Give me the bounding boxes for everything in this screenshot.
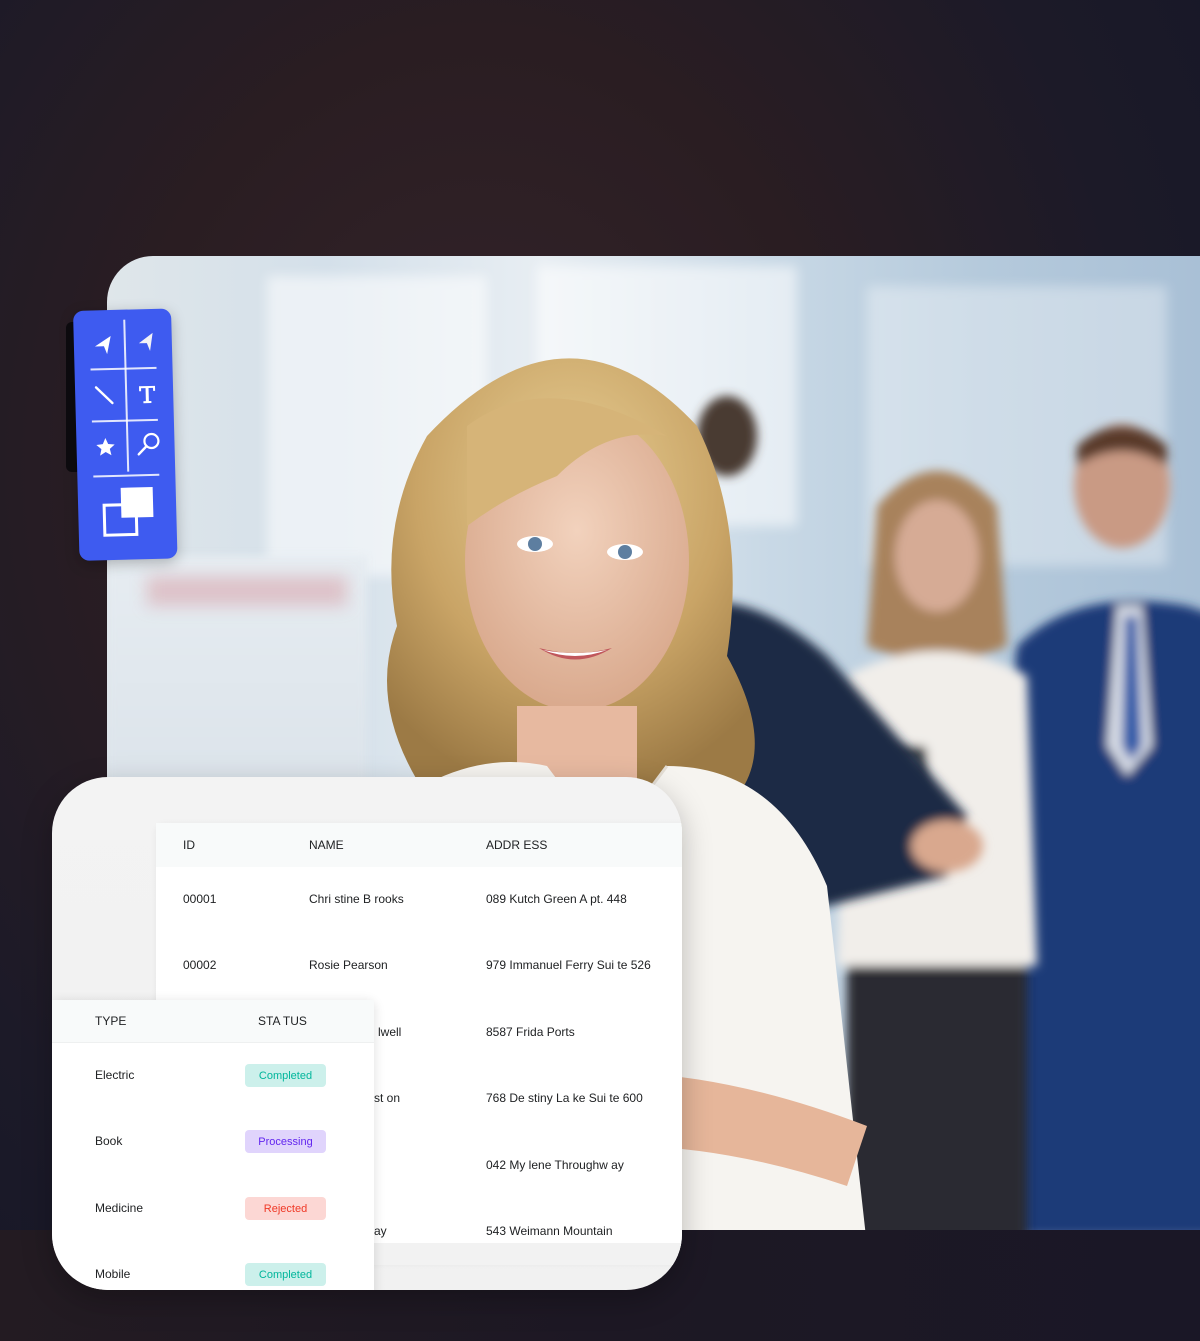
direct-select-arrow-tool[interactable] bbox=[128, 325, 163, 360]
toolbar-divider bbox=[91, 418, 158, 423]
status-row[interactable]: Mobile Completed bbox=[52, 1263, 374, 1287]
line-icon bbox=[94, 386, 114, 405]
cell-type: Medicine bbox=[95, 1201, 144, 1215]
status-badge: Completed bbox=[245, 1064, 326, 1087]
cell-address: 543 Weimann Mountain bbox=[486, 1224, 613, 1238]
magnifier-icon bbox=[137, 432, 160, 456]
select-arrow-tool[interactable] bbox=[85, 328, 120, 363]
status-table: TYPE STA TUS Electric Completed Book Pro… bbox=[52, 1000, 374, 1290]
cell-address: 768 De stiny La ke Sui te 600 bbox=[486, 1091, 643, 1105]
fill-stroke-icon bbox=[102, 486, 154, 537]
status-table-header: TYPE STA TUS bbox=[52, 1000, 374, 1043]
cell-address: 8587 Frida Ports bbox=[486, 1025, 575, 1039]
data-table-card: ID NAME ADDR ESS 00001 Chri stine B rook… bbox=[52, 777, 682, 1290]
cell-name: ay bbox=[374, 1224, 387, 1238]
star-icon bbox=[96, 438, 115, 456]
status-row[interactable]: Medicine Rejected bbox=[52, 1197, 374, 1221]
cell-address: 042 My lene Throughw ay bbox=[486, 1158, 624, 1172]
column-header-address[interactable]: ADDR ESS bbox=[486, 838, 547, 852]
text-tool[interactable] bbox=[130, 377, 165, 412]
cell-name: lwell bbox=[378, 1025, 402, 1039]
column-header-status[interactable]: STA TUS bbox=[258, 1014, 307, 1028]
column-header-name[interactable]: NAME bbox=[309, 838, 344, 852]
cell-name: st on bbox=[374, 1091, 401, 1105]
cell-name: Rosie Pearson bbox=[309, 958, 388, 972]
cell-type: Book bbox=[95, 1134, 123, 1148]
status-badge: Processing bbox=[245, 1130, 326, 1153]
cell-address: 979 Immanuel Ferry Sui te 526 bbox=[486, 958, 651, 972]
column-header-id[interactable]: ID bbox=[183, 838, 195, 852]
fill-stroke-tool[interactable] bbox=[100, 483, 157, 540]
direct-select-arrow-icon bbox=[138, 332, 153, 351]
status-badge: Rejected bbox=[245, 1197, 326, 1220]
cell-type: Mobile bbox=[95, 1267, 131, 1281]
column-header-type[interactable]: TYPE bbox=[95, 1014, 126, 1028]
table-header: ID NAME ADDR ESS bbox=[156, 823, 682, 867]
star-tool[interactable] bbox=[88, 430, 123, 465]
drawing-toolbar bbox=[73, 308, 178, 561]
cell-name: Chri stine B rooks bbox=[309, 892, 404, 906]
toolbar-divider bbox=[90, 366, 157, 371]
status-badge: Completed bbox=[245, 1263, 326, 1286]
select-arrow-icon bbox=[94, 336, 111, 355]
text-icon bbox=[138, 385, 156, 404]
cell-type: Electric bbox=[95, 1068, 135, 1082]
toolbar-divider bbox=[93, 473, 160, 478]
status-row[interactable]: Electric Completed bbox=[52, 1064, 374, 1088]
cell-address: 089 Kutch Green A pt. 448 bbox=[486, 892, 627, 906]
cell-id: 00001 bbox=[183, 892, 217, 906]
line-tool[interactable] bbox=[87, 378, 122, 413]
zoom-tool[interactable] bbox=[131, 427, 166, 462]
table-row[interactable]: 00002 Rosie Pearson 979 Immanuel Ferry S… bbox=[156, 958, 682, 978]
status-row[interactable]: Book Processing bbox=[52, 1130, 374, 1154]
cell-id: 00002 bbox=[183, 958, 217, 972]
table-row[interactable]: 00001 Chri stine B rooks 089 Kutch Green… bbox=[156, 892, 682, 912]
